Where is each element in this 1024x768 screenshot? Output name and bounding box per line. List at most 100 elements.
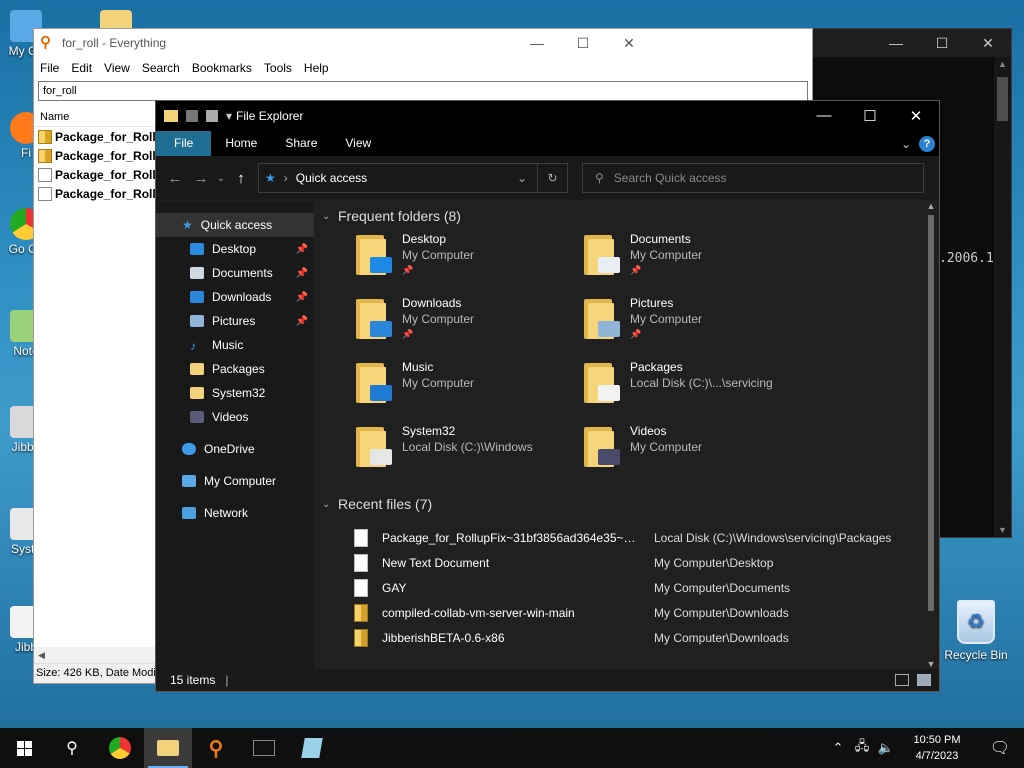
network-icon[interactable]: 🖧 <box>850 737 874 759</box>
zip-file-icon <box>38 148 52 163</box>
chevron-down-icon[interactable]: ⌄ <box>322 499 338 510</box>
sidebar-item-onedrive[interactable]: OneDrive <box>156 437 314 461</box>
folder-tile-downloads[interactable]: Downloads My Computer 📌 <box>356 295 584 359</box>
clock[interactable]: 10:50 PM 4/7/2023 <box>898 732 976 764</box>
folder-tile-music[interactable]: Music My Computer <box>356 359 584 423</box>
sidebar-item-network[interactable]: Network <box>156 501 314 525</box>
expand-ribbon-icon[interactable]: ⌄ <box>901 137 911 151</box>
vertical-scrollbar[interactable]: ▲ ▼ <box>923 201 939 669</box>
sidebar-item-documents[interactable]: Documents 📌 <box>156 261 314 285</box>
taskbar: ⚲ ⚲ ⌃ 🖧 🔈 10:50 PM 4/7/2023 🗨 <box>0 728 1024 768</box>
chevron-right-icon[interactable]: › <box>284 171 288 185</box>
recent-file-row[interactable]: GAY My Computer\Documents <box>322 575 939 600</box>
address-row: ← → ⌄ ↑ ★ › Quick access ⌄ ↻ ⚲ Search Qu… <box>156 156 939 200</box>
search-input[interactable]: ⚲ Search Quick access <box>582 163 924 193</box>
menu-help[interactable]: Help <box>298 61 335 75</box>
recent-file-row[interactable]: compiled-collab-vm-server-win-main My Com… <box>322 600 939 625</box>
desktop-icon-recycle-bin[interactable]: ♻ Recycle Bin <box>940 600 1012 662</box>
sidebar-item-my-computer[interactable]: My Computer <box>156 469 314 493</box>
everything-titlebar[interactable]: ⚲ for_roll - Everything — ☐ ✕ <box>34 29 812 57</box>
file-explorer-window[interactable]: ▾ File Explorer — ☐ ✕ File Home Share Vi… <box>155 100 940 692</box>
search-button[interactable]: ⚲ <box>48 728 96 768</box>
refresh-icon[interactable]: ↻ <box>537 164 567 192</box>
chevron-down-icon[interactable]: ⌄ <box>322 211 338 222</box>
scroll-up-icon[interactable]: ▲ <box>994 59 1011 69</box>
sidebar-item-packages[interactable]: Packages <box>156 357 314 381</box>
scroll-down-icon[interactable]: ▼ <box>923 659 939 669</box>
sidebar-item-music[interactable]: ♪ Music <box>156 333 314 357</box>
details-view-icon[interactable] <box>895 674 909 686</box>
close-icon[interactable]: ✕ <box>606 35 652 52</box>
up-icon[interactable]: ↑ <box>228 170 254 187</box>
scroll-down-icon[interactable]: ▼ <box>994 525 1011 535</box>
folder-tile-desktop[interactable]: Desktop My Computer 📌 <box>356 231 584 295</box>
volume-icon[interactable]: 🔈 <box>874 740 898 756</box>
menu-view[interactable]: View <box>98 61 136 75</box>
scroll-thumb[interactable] <box>928 215 934 611</box>
search-input[interactable]: for_roll <box>38 81 808 101</box>
sidebar-item-videos[interactable]: Videos <box>156 405 314 429</box>
folder-tile-system32[interactable]: System32 Local Disk (C:)\Windows <box>356 423 584 487</box>
large-icons-view-icon[interactable] <box>917 674 931 686</box>
menu-file[interactable]: File <box>34 61 65 75</box>
sidebar-item-quick-access[interactable]: ★ Quick access <box>156 213 314 237</box>
explorer-titlebar[interactable]: ▾ File Explorer — ☐ ✕ <box>156 101 939 131</box>
search-icon: ⚲ <box>66 740 78 757</box>
folder-icon <box>190 363 204 375</box>
notifications-icon[interactable]: 🗨 <box>976 738 1024 758</box>
maximize-icon[interactable]: ☐ <box>560 35 606 52</box>
taskbar-console[interactable] <box>240 728 288 768</box>
menu-edit[interactable]: Edit <box>65 61 98 75</box>
taskbar-file-explorer[interactable] <box>144 728 192 768</box>
tab-file[interactable]: File <box>156 131 212 156</box>
tab-view[interactable]: View <box>331 131 385 156</box>
properties-icon[interactable] <box>186 110 198 122</box>
new-folder-icon[interactable] <box>206 110 218 122</box>
taskbar-notepad[interactable] <box>288 728 336 768</box>
recent-locations-icon[interactable]: ⌄ <box>214 173 228 184</box>
scroll-thumb[interactable] <box>997 77 1008 121</box>
recent-file-row[interactable]: JibberishBETA-0.6-x86 My Computer\Downloa… <box>322 625 939 650</box>
maximize-icon[interactable]: ☐ <box>847 107 893 125</box>
recent-file-row[interactable]: New Text Document My Computer\Desktop <box>322 550 939 575</box>
minimize-icon[interactable]: — <box>873 35 919 51</box>
windows-logo-icon <box>16 740 32 756</box>
chevron-down-icon[interactable]: ⌄ <box>507 171 537 185</box>
sidebar-item-system32[interactable]: System32 <box>156 381 314 405</box>
horizontal-scrollbar[interactable]: ◀ <box>34 647 158 663</box>
close-icon[interactable]: ✕ <box>965 35 1011 52</box>
scroll-up-icon[interactable]: ▲ <box>923 201 939 211</box>
minimize-icon[interactable]: — <box>514 35 560 52</box>
taskbar-everything[interactable]: ⚲ <box>192 728 240 768</box>
close-icon[interactable]: ✕ <box>893 107 939 125</box>
folder-tile-pictures[interactable]: Pictures My Computer 📌 <box>584 295 812 359</box>
menu-search[interactable]: Search <box>136 61 186 75</box>
taskbar-chrome[interactable] <box>96 728 144 768</box>
recent-file-row[interactable]: Package_for_RollupFix~31bf3856ad364e35~a… <box>322 525 939 550</box>
ribbon-tabs: File Home Share View ⌄ ? <box>156 131 939 156</box>
help-icon[interactable]: ? <box>919 135 935 152</box>
forward-icon[interactable]: → <box>188 170 214 187</box>
computer-icon <box>182 475 196 487</box>
folder-tile-documents[interactable]: Documents My Computer 📌 <box>584 231 812 295</box>
section-header-frequent[interactable]: ⌄ Frequent folders (8) <box>322 201 939 231</box>
menu-bookmarks[interactable]: Bookmarks <box>186 61 258 75</box>
start-button[interactable] <box>0 728 48 768</box>
folder-tile-videos[interactable]: Videos My Computer <box>584 423 812 487</box>
sidebar-item-desktop[interactable]: Desktop 📌 <box>156 237 314 261</box>
tab-share[interactable]: Share <box>271 131 331 156</box>
sidebar-item-downloads[interactable]: Downloads 📌 <box>156 285 314 309</box>
sidebar-item-pictures[interactable]: Pictures 📌 <box>156 309 314 333</box>
tab-home[interactable]: Home <box>211 131 271 156</box>
console-titlebar[interactable]: — ☐ ✕ <box>807 29 1011 57</box>
menu-tools[interactable]: Tools <box>258 61 298 75</box>
back-icon[interactable]: ← <box>162 170 188 187</box>
minimize-icon[interactable]: — <box>801 107 847 125</box>
section-header-recent[interactable]: ⌄ Recent files (7) <box>322 489 939 519</box>
address-bar[interactable]: ★ › Quick access ⌄ ↻ <box>258 163 568 193</box>
console-scrollbar[interactable]: ▲ ▼ <box>994 57 1011 537</box>
folder-tile-packages[interactable]: Packages Local Disk (C:)\...\servicing <box>584 359 812 423</box>
show-hidden-icons-icon[interactable]: ⌃ <box>826 740 850 756</box>
customize-quick-access-icon[interactable]: ▾ <box>226 109 232 123</box>
maximize-icon[interactable]: ☐ <box>919 35 965 52</box>
